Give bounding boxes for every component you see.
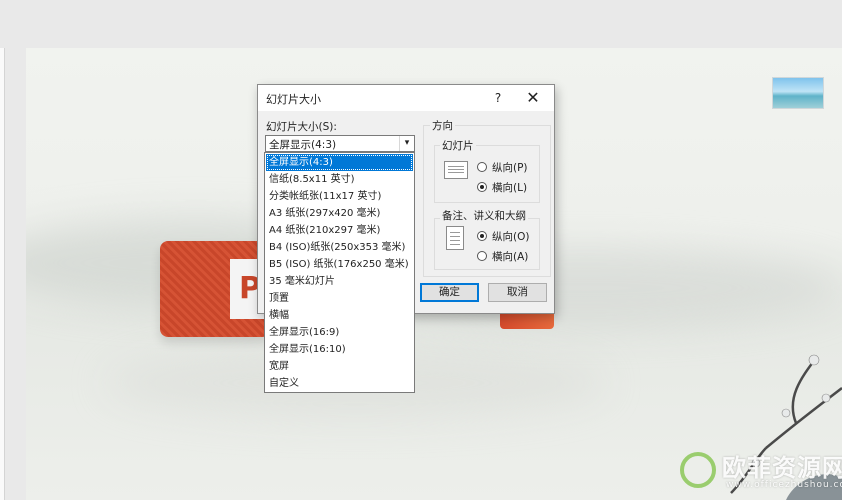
dropdown-option[interactable]: 顶置 — [266, 290, 413, 307]
cancel-button[interactable]: 取消 — [488, 283, 547, 302]
slides-portrait-radio[interactable] — [477, 162, 487, 172]
notes-landscape-label[interactable]: 横向(A) — [492, 249, 528, 264]
watermark-name: 欧菲资源网 — [722, 454, 842, 482]
watermark-url: www.officezhushou.com — [726, 480, 842, 490]
dropdown-option[interactable]: 全屏显示(4:3) — [266, 154, 413, 171]
slide-size-label: 幻灯片大小(S): — [266, 121, 337, 133]
notes-orientation-label: 备注、讲义和大纲 — [440, 208, 528, 223]
slides-portrait-label[interactable]: 纵向(P) — [492, 160, 528, 175]
notes-portrait-radio[interactable] — [477, 231, 487, 241]
beach-picture[interactable] — [772, 77, 824, 109]
portrait-page-icon — [446, 226, 464, 250]
dropdown-option[interactable]: 分类帐纸张(11x17 英寸) — [266, 188, 413, 205]
help-button[interactable]: ? — [488, 88, 508, 108]
dropdown-option[interactable]: A4 纸张(210x297 毫米) — [266, 222, 413, 239]
dropdown-option[interactable]: B4 (ISO)纸张(250x353 毫米) — [266, 239, 413, 256]
landscape-page-icon — [444, 161, 468, 179]
watermark-logo-icon — [680, 452, 716, 488]
dialog-title: 幻灯片大小 — [266, 93, 321, 106]
dropdown-option[interactable]: A3 纸张(297x420 毫米) — [266, 205, 413, 222]
slide-size-selected-value: 全屏显示(4:3) — [269, 139, 337, 151]
close-button[interactable]: ✕ — [522, 88, 544, 108]
ok-button[interactable]: 确定 — [420, 283, 479, 302]
slide-size-select[interactable]: 全屏显示(4:3) ▾ — [265, 135, 415, 152]
notes-portrait-label[interactable]: 纵向(O) — [492, 229, 529, 244]
slide-size-dropdown-list[interactable]: 全屏显示(4:3) 信纸(8.5x11 英寸) 分类帐纸张(11x17 英寸) … — [264, 152, 415, 393]
dropdown-option[interactable]: 宽屏 — [266, 358, 413, 375]
dropdown-option[interactable]: 35 毫米幻灯片 — [266, 273, 413, 290]
slides-landscape-radio[interactable] — [477, 182, 487, 192]
notes-landscape-radio[interactable] — [477, 251, 487, 261]
dropdown-option[interactable]: 自定义 — [266, 375, 413, 392]
site-watermark: 欧菲资源网 www.officezhushou.com — [676, 446, 842, 500]
chevron-down-icon[interactable]: ▾ — [399, 136, 414, 151]
slides-orientation-label: 幻灯片 — [440, 138, 476, 153]
dropdown-option[interactable]: 横幅 — [266, 307, 413, 324]
dropdown-option[interactable]: 信纸(8.5x11 英寸) — [266, 171, 413, 188]
dialog-titlebar[interactable]: 幻灯片大小 ? ✕ — [258, 85, 554, 111]
powerpoint-logo-picture[interactable]: P — [160, 241, 270, 337]
orientation-label: 方向 — [430, 118, 455, 133]
dropdown-option[interactable]: B5 (ISO) 纸张(176x250 毫米) — [266, 256, 413, 273]
dropdown-option[interactable]: 全屏显示(16:10) — [266, 341, 413, 358]
dropdown-option[interactable]: 全屏显示(16:9) — [266, 324, 413, 341]
thumbnail-pane-edge — [0, 48, 5, 500]
slides-landscape-label[interactable]: 横向(L) — [492, 180, 527, 195]
